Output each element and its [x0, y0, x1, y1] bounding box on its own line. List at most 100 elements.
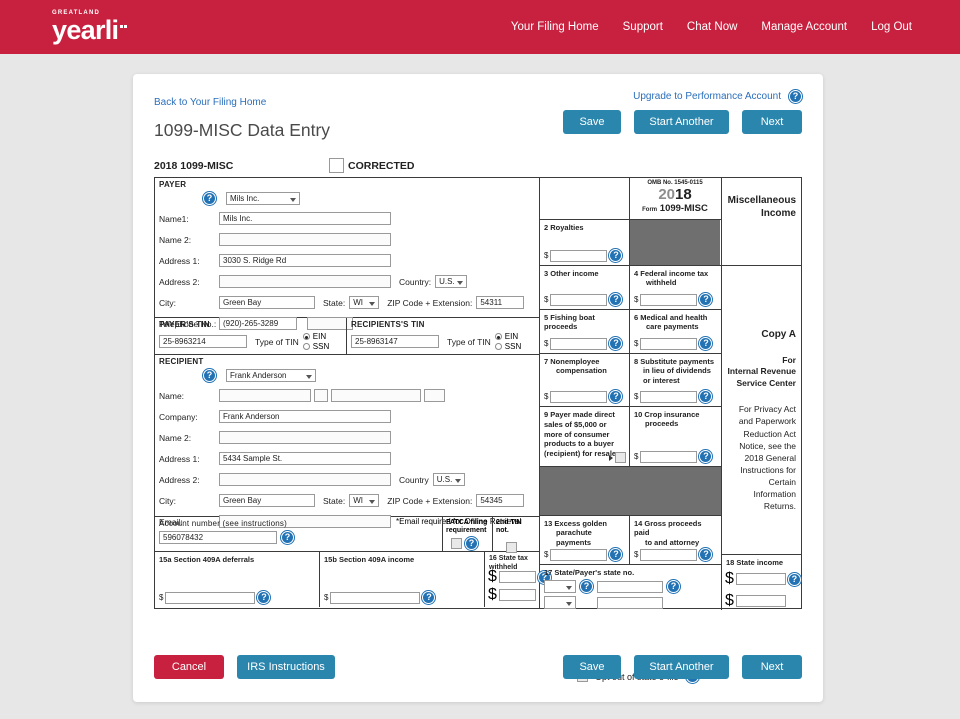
- brand-name: yearli: [52, 17, 118, 44]
- recipient-middle-initial-input[interactable]: [314, 389, 328, 402]
- payer-select[interactable]: Mils Inc.: [226, 192, 300, 205]
- payer-zip-input[interactable]: [476, 296, 524, 309]
- cancel-button[interactable]: Cancel: [154, 655, 224, 679]
- payer-tin-ein-radio[interactable]: [303, 333, 310, 340]
- box-9-checkbox[interactable]: [615, 452, 626, 463]
- help-icon-fatca[interactable]: ?: [465, 537, 478, 550]
- help-icon-box-18[interactable]: ?: [788, 573, 801, 586]
- help-icon-recipient[interactable]: ?: [203, 369, 216, 382]
- save-button-top[interactable]: Save: [563, 110, 621, 134]
- payer-tin-ssn-radio[interactable]: [303, 343, 310, 350]
- box-7-input[interactable]: [550, 391, 607, 403]
- payer-name1-input[interactable]: [219, 212, 391, 225]
- nav-chat-now[interactable]: Chat Now: [687, 21, 738, 33]
- recipient-zip-input[interactable]: [476, 494, 524, 507]
- box-16-input-2[interactable]: [499, 589, 536, 601]
- box-13-input[interactable]: [550, 549, 607, 561]
- start-another-button-bottom[interactable]: Start Another: [634, 655, 729, 679]
- box-16-input-1[interactable]: [499, 571, 536, 583]
- payer-address1-input[interactable]: [219, 254, 391, 267]
- help-icon-payer[interactable]: ?: [203, 192, 216, 205]
- help-icon-box-15b[interactable]: ?: [422, 591, 435, 604]
- payer-address2-input[interactable]: [219, 275, 391, 288]
- box-3-input[interactable]: [550, 294, 607, 306]
- box-15a-dollar: $: [159, 593, 163, 602]
- recipient-name2-input[interactable]: [219, 431, 391, 444]
- help-icon-box-7[interactable]: ?: [609, 390, 622, 403]
- recipient-address1-input[interactable]: [219, 452, 391, 465]
- recipient-state-select[interactable]: WI: [349, 494, 379, 507]
- help-icon-box-3[interactable]: ?: [609, 293, 622, 306]
- box-17-state-select-2[interactable]: [544, 596, 576, 609]
- nav-manage-account[interactable]: Manage Account: [761, 21, 847, 33]
- recipient-state-label: State:: [323, 496, 345, 506]
- nav-support[interactable]: Support: [623, 21, 663, 33]
- box-17-title: 17 State/Payer's state no.: [540, 565, 721, 577]
- payer-tin-ein-label: EIN: [313, 332, 326, 341]
- irs-instructions-button[interactable]: IRS Instructions: [237, 655, 335, 679]
- box-8-input[interactable]: [640, 391, 697, 403]
- start-another-button-top[interactable]: Start Another: [634, 110, 729, 134]
- box-15b-input[interactable]: [330, 592, 420, 604]
- help-icon-box-8[interactable]: ?: [699, 390, 712, 403]
- recipient-country-select[interactable]: U.S.: [433, 473, 465, 486]
- help-icon-box-15a[interactable]: ?: [257, 591, 270, 604]
- recipient-suffix-input[interactable]: [424, 389, 445, 402]
- help-icon-box-14[interactable]: ?: [699, 548, 712, 561]
- help-icon-box-5[interactable]: ?: [609, 337, 622, 350]
- help-icon-box-13[interactable]: ?: [609, 548, 622, 561]
- box-4-input[interactable]: [640, 294, 697, 306]
- box-10-input[interactable]: [640, 451, 697, 463]
- box-6-input[interactable]: [640, 338, 697, 350]
- help-icon-box-17[interactable]: ?: [580, 580, 593, 593]
- recipient-tin-ein-radio[interactable]: [495, 333, 502, 340]
- brand-logo[interactable]: GREATLAND yearli: [52, 10, 126, 44]
- recipient-tin-input[interactable]: [351, 335, 439, 348]
- box-2-input[interactable]: [550, 250, 607, 262]
- payer-name2-input[interactable]: [219, 233, 391, 246]
- shaded-area-middle: [540, 467, 721, 516]
- nav-your-filing-home[interactable]: Your Filing Home: [511, 21, 599, 33]
- account-number-input[interactable]: [159, 531, 277, 544]
- payer-state-select[interactable]: WI: [349, 296, 379, 309]
- payer-country-select[interactable]: U.S.: [435, 275, 467, 288]
- help-icon-box-17-b[interactable]: ?: [667, 580, 680, 593]
- help-icon-box-10[interactable]: ?: [699, 450, 712, 463]
- fatca-checkbox[interactable]: [451, 538, 462, 549]
- recipient-last-name-input[interactable]: [331, 389, 421, 402]
- save-button-bottom[interactable]: Save: [563, 655, 621, 679]
- box-15a-input[interactable]: [165, 592, 255, 604]
- help-icon-account-number[interactable]: ?: [281, 531, 294, 544]
- payer-city-input[interactable]: [219, 296, 315, 309]
- help-icon-box-2[interactable]: ?: [609, 249, 622, 262]
- box-2-row: 2 Royalties $ ?: [540, 220, 721, 266]
- nav-log-out[interactable]: Log Out: [871, 21, 912, 33]
- box-3: 3 Other income $ ?: [540, 266, 630, 309]
- corrected-checkbox[interactable]: [329, 158, 344, 173]
- next-button-bottom[interactable]: Next: [742, 655, 802, 679]
- recipient-city-input[interactable]: [219, 494, 315, 507]
- payer-tin-input[interactable]: [159, 335, 247, 348]
- recipient-address2-input[interactable]: [219, 473, 391, 486]
- help-icon-upgrade[interactable]: ?: [789, 90, 802, 103]
- box-18-input-2[interactable]: [736, 595, 786, 607]
- back-to-filing-home-link[interactable]: Back to Your Filing Home: [154, 97, 266, 108]
- help-icon-box-4[interactable]: ?: [699, 293, 712, 306]
- help-icon-box-6[interactable]: ?: [699, 337, 712, 350]
- box-17-payer-state-no-1[interactable]: [597, 581, 663, 593]
- box-5-input[interactable]: [550, 338, 607, 350]
- box-3-dollar: $: [544, 295, 548, 304]
- recipient-first-name-input[interactable]: [219, 389, 311, 402]
- upgrade-to-performance-account-link[interactable]: Upgrade to Performance Account: [633, 91, 781, 102]
- box-18-input-1[interactable]: [736, 573, 786, 585]
- form-left-column: PAYER ? Mils Inc. Name1: Name 2:: [155, 178, 540, 608]
- recipient-tin-ssn-radio[interactable]: [495, 343, 502, 350]
- next-button-top[interactable]: Next: [742, 110, 802, 134]
- recipient-section-label: RECIPIENT: [155, 355, 539, 366]
- recipient-company-input[interactable]: [219, 410, 391, 423]
- box-17-state-select-1[interactable]: [544, 580, 576, 593]
- misc-income-title-block: Miscellaneous Income: [721, 178, 801, 266]
- recipient-select[interactable]: Frank Anderson: [226, 369, 316, 382]
- box-14-input[interactable]: [640, 549, 697, 561]
- box-17-payer-state-no-2[interactable]: [597, 597, 663, 609]
